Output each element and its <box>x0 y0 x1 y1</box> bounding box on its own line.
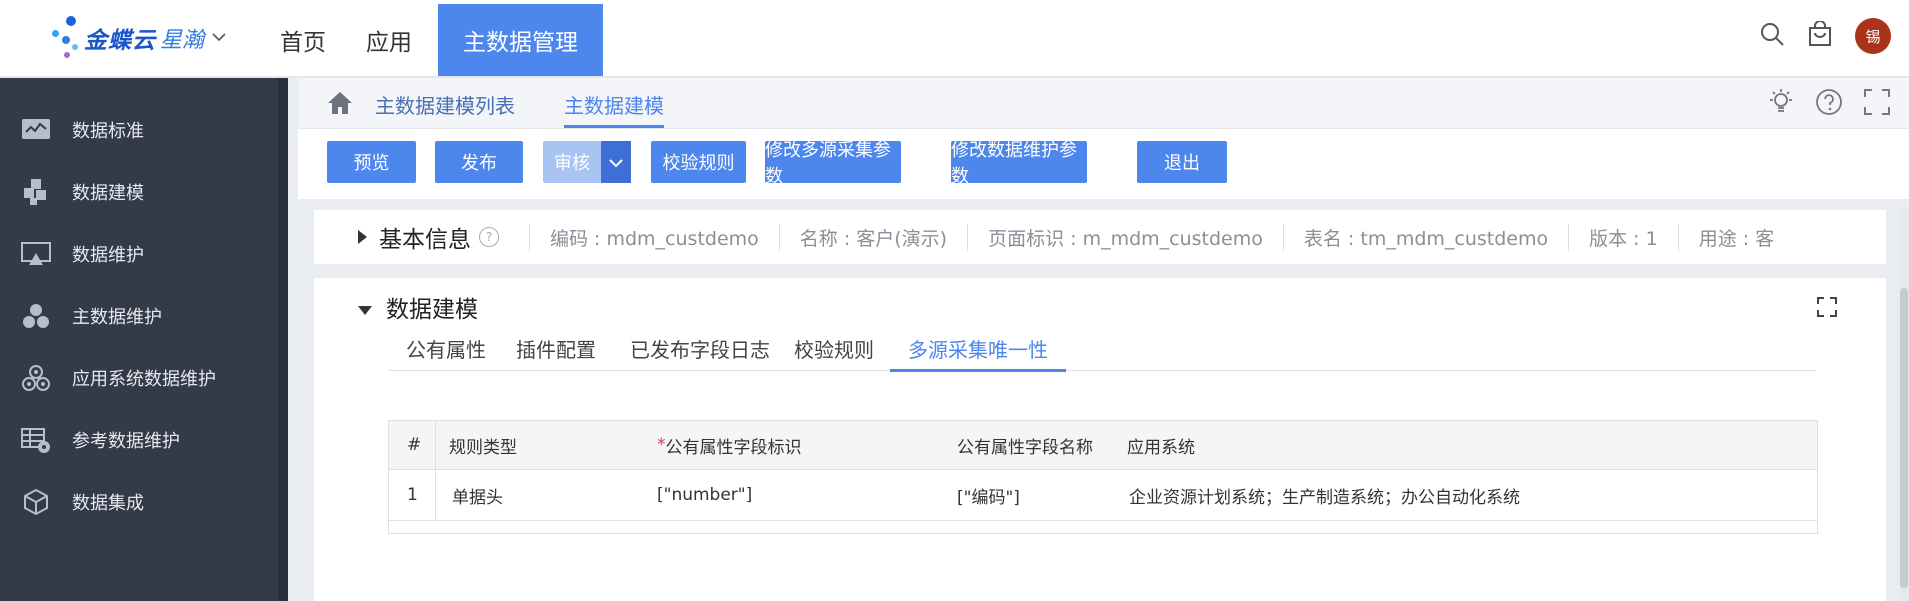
home-icon[interactable] <box>326 90 354 120</box>
sidebar-item-label: 应用系统数据维护 <box>72 369 216 390</box>
basic-info-section: 基本信息 ? 编码 : mdm_custdemo 名称 : 客户(演示) 页面标… <box>314 210 1886 264</box>
search-icon[interactable] <box>1759 21 1785 51</box>
info-version: 版本 : 1 <box>1568 223 1678 251</box>
chart-monitor-icon <box>20 114 52 146</box>
table-header-row: # 规则类型 * 公有属性字段标识 公有属性字段名称 应用系统 <box>389 421 1817 470</box>
top-nav: 首页 应用 主数据管理 <box>260 4 603 76</box>
nav-apps[interactable]: 应用 <box>346 4 432 76</box>
sidebar-item-data-maintain[interactable]: 数据维护 <box>0 229 278 279</box>
row-num: 1 <box>407 485 418 505</box>
fullscreen-icon[interactable] <box>1863 88 1891 120</box>
review-button[interactable]: 审核 <box>543 141 601 183</box>
sidebar-item-label: 数据集成 <box>72 493 144 514</box>
info-name: 名称 : 客户(演示) <box>778 223 967 251</box>
edit-multisource-button[interactable]: 修改多源采集参数 <box>765 140 901 187</box>
row-field-id[interactable]: ["number"] <box>657 470 752 520</box>
exit-button[interactable]: 退出 <box>1137 141 1227 183</box>
data-modeling-section: 数据建模 公有属性 插件配置 已发布字段日志 校验规则 多源采集唯一性 # 规则… <box>314 278 1886 601</box>
avatar[interactable]: 锡 <box>1855 18 1891 54</box>
caret-right-icon[interactable] <box>358 230 367 244</box>
blocks-icon <box>20 176 52 208</box>
info-table-name: 表名 : tm_mdm_custdemo <box>1282 223 1568 251</box>
row-rule-type[interactable]: 单据头 <box>452 470 503 520</box>
breadcrumb: 主数据建模列表 主数据建模 <box>298 78 1909 129</box>
crumb-tools <box>1767 88 1891 120</box>
sidebar-scrollbar[interactable] <box>278 78 288 601</box>
info-usage: 用途 : 客 <box>1677 223 1794 251</box>
info-page-id: 页面标识 : m_mdm_custdemo <box>967 223 1283 251</box>
basic-info-title[interactable]: 基本信息 <box>379 220 471 254</box>
shopping-bag-icon[interactable] <box>1807 20 1833 51</box>
sidebar: 数据标准 数据建模 数据维护 主数据维护 应用系统数据维护 参考数据维护 数据集… <box>0 78 288 601</box>
info-code: 编码 : mdm_custdemo <box>529 223 779 251</box>
toolbar: 预览 发布 审核 校验规则 修改多源采集参数 修改数据维护参数 退出 <box>298 129 1909 199</box>
tab-multisource-uniqueness[interactable]: 多源采集唯一性 <box>890 334 1066 372</box>
cluster-icon <box>20 300 52 332</box>
nav-home[interactable]: 首页 <box>260 4 346 76</box>
top-bar: 金蝶云 星瀚 首页 应用 主数据管理 锡 <box>0 0 1909 78</box>
header-field-id[interactable]: * 公有属性字段标识 <box>657 421 802 469</box>
breadcrumb-list[interactable]: 主数据建模列表 <box>375 90 515 119</box>
main-scrollbar[interactable] <box>1899 208 1909 601</box>
review-dropdown[interactable] <box>601 141 631 183</box>
sidebar-item-label: 参考数据维护 <box>72 431 180 452</box>
modeling-tabs: 公有属性 插件配置 已发布字段日志 校验规则 多源采集唯一性 <box>388 322 1816 372</box>
main-content: 主数据建模列表 主数据建模 预览 发布 审核 校验规则 修改多源采集参数 修改数… <box>298 78 1909 601</box>
top-right-tools: 锡 <box>1759 18 1891 54</box>
modeling-title[interactable]: 数据建模 <box>386 290 478 324</box>
lightbulb-icon[interactable] <box>1767 88 1795 120</box>
tab-public-attributes[interactable]: 公有属性 <box>388 334 504 369</box>
help-circle-icon[interactable] <box>1815 88 1843 120</box>
sidebar-item-label: 数据建模 <box>72 183 144 204</box>
sidebar-item-label: 主数据维护 <box>72 307 162 328</box>
sidebar-item-data-integration[interactable]: 数据集成 <box>0 477 278 527</box>
brand-logo[interactable]: 金蝶云 星瀚 <box>48 14 238 62</box>
sidebar-item-reference-data[interactable]: 参考数据维护 <box>0 415 278 465</box>
nav-master-data[interactable]: 主数据管理 <box>438 4 603 76</box>
header-rule-type[interactable]: 规则类型 <box>449 421 517 469</box>
sidebar-item-label: 数据维护 <box>72 245 144 266</box>
sidebar-item-master-maintain[interactable]: 主数据维护 <box>0 291 278 341</box>
brand-name: 金蝶云 <box>84 28 156 54</box>
header-field-id-label: 公有属性字段标识 <box>665 437 802 458</box>
tab-validation-rules[interactable]: 校验规则 <box>776 334 892 369</box>
help-icon[interactable]: ? <box>479 227 499 247</box>
uniqueness-table: # 规则类型 * 公有属性字段标识 公有属性字段名称 应用系统 1 单据头 ["n… <box>388 420 1818 534</box>
scrollbar-thumb[interactable] <box>1900 288 1908 588</box>
header-app-system[interactable]: 应用系统 <box>1127 421 1195 469</box>
tab-published-field-log[interactable]: 已发布字段日志 <box>612 334 788 369</box>
sidebar-item-data-modeling[interactable]: 数据建模 <box>0 167 278 217</box>
table-gear-icon <box>20 424 52 456</box>
sidebar-item-app-data-maintain[interactable]: 应用系统数据维护 <box>0 353 278 403</box>
row-app-system[interactable]: 企业资源计划系统；生产制造系统；办公自动化系统 <box>1129 470 1520 520</box>
table-row[interactable]: 1 单据头 ["number"] ["编码"] 企业资源计划系统；生产制造系统；… <box>389 470 1817 521</box>
header-field-name[interactable]: 公有属性字段名称 <box>957 421 1093 469</box>
required-mark: * <box>657 435 666 455</box>
cube-icon <box>20 486 52 518</box>
app-cluster-icon <box>20 362 52 394</box>
edit-maintain-button[interactable]: 修改数据维护参数 <box>951 140 1087 187</box>
caret-down-icon[interactable] <box>358 306 372 315</box>
screen-icon <box>20 238 52 270</box>
table-footer <box>389 521 1817 533</box>
sidebar-item-data-standard[interactable]: 数据标准 <box>0 105 278 155</box>
validate-rules-button[interactable]: 校验规则 <box>651 141 746 183</box>
chevron-down-icon <box>609 153 623 172</box>
row-field-name[interactable]: ["编码"] <box>957 470 1020 520</box>
breadcrumb-current[interactable]: 主数据建模 <box>564 90 664 128</box>
brand-product: 星瀚 <box>160 28 205 53</box>
header-num: # <box>407 435 422 455</box>
publish-button[interactable]: 发布 <box>435 141 523 183</box>
tab-plugin-config[interactable]: 插件配置 <box>498 334 614 369</box>
preview-button[interactable]: 预览 <box>327 141 416 183</box>
logo-mark-icon <box>48 14 88 62</box>
sidebar-item-label: 数据标准 <box>72 121 144 142</box>
expand-icon[interactable] <box>1816 296 1838 322</box>
chevron-down-icon[interactable] <box>212 30 226 46</box>
